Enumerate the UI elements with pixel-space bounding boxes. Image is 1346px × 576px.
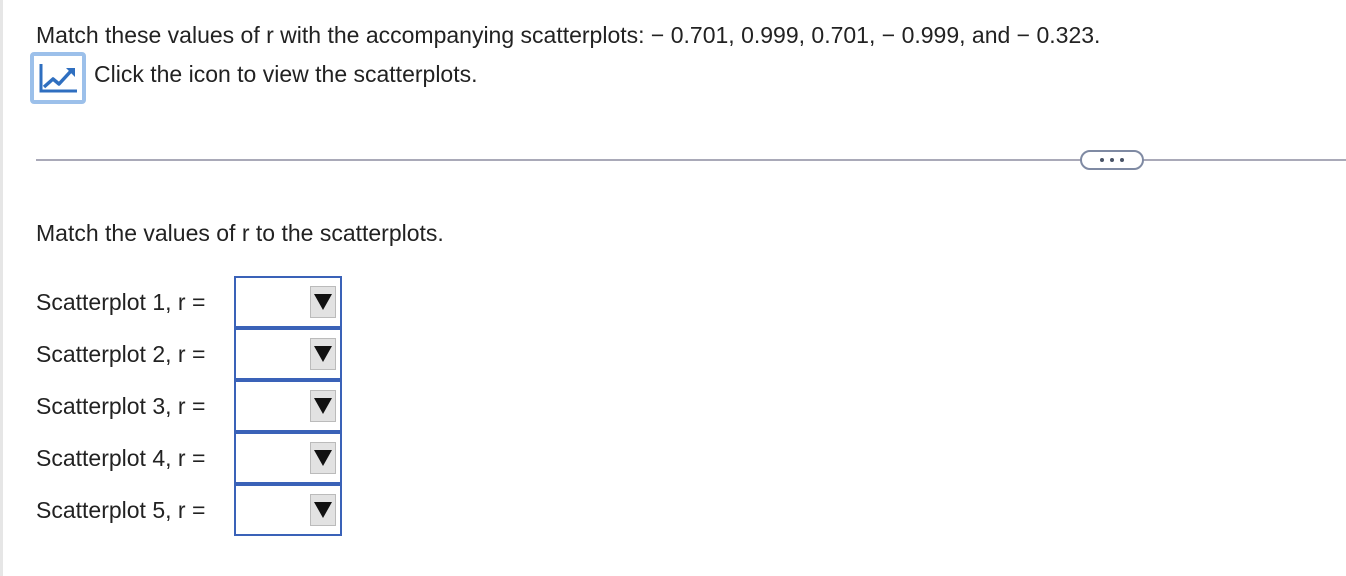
left-edge-border: [0, 0, 3, 576]
view-scatterplots-row: Click the icon to view the scatterplots.: [30, 52, 478, 104]
row-label: Scatterplot 3, r =: [36, 393, 206, 419]
instruction-text: Match the values of r to the scatterplot…: [36, 220, 444, 246]
dropdown-arrow-button[interactable]: [310, 442, 336, 474]
question-text: Match these values of r with the accompa…: [36, 22, 1101, 48]
match-row: Scatterplot 3, r =: [36, 380, 342, 432]
caret-down-icon: [314, 450, 332, 466]
view-scatterplots-text: Click the icon to view the scatterplots.: [94, 61, 478, 87]
view-scatterplots-button[interactable]: [30, 52, 86, 104]
caret-down-icon: [314, 346, 332, 362]
match-row: Scatterplot 1, r =: [36, 276, 342, 328]
line-chart-icon: [38, 62, 78, 94]
ellipsis-icon: [1110, 158, 1114, 162]
match-row: Scatterplot 4, r =: [36, 432, 342, 484]
match-row: Scatterplot 2, r =: [36, 328, 342, 380]
row-label: Scatterplot 5, r =: [36, 497, 206, 523]
r-value-dropdown[interactable]: [234, 432, 342, 484]
caret-down-icon: [314, 502, 332, 518]
r-value-dropdown[interactable]: [234, 380, 342, 432]
match-list: Scatterplot 1, r = Scatterplot 2, r = Sc…: [36, 276, 342, 536]
dropdown-arrow-button[interactable]: [310, 494, 336, 526]
dropdown-arrow-button[interactable]: [310, 390, 336, 422]
caret-down-icon: [314, 398, 332, 414]
r-value-dropdown[interactable]: [234, 484, 342, 536]
r-value-dropdown[interactable]: [234, 328, 342, 380]
row-label: Scatterplot 1, r =: [36, 289, 206, 315]
row-label: Scatterplot 2, r =: [36, 341, 206, 367]
dropdown-arrow-button[interactable]: [310, 338, 336, 370]
match-row: Scatterplot 5, r =: [36, 484, 342, 536]
r-value-dropdown[interactable]: [234, 276, 342, 328]
more-options-button[interactable]: [1080, 150, 1144, 170]
row-label: Scatterplot 4, r =: [36, 445, 206, 471]
ellipsis-icon: [1120, 158, 1124, 162]
ellipsis-icon: [1100, 158, 1104, 162]
section-divider: [36, 159, 1346, 161]
caret-down-icon: [314, 294, 332, 310]
dropdown-arrow-button[interactable]: [310, 286, 336, 318]
